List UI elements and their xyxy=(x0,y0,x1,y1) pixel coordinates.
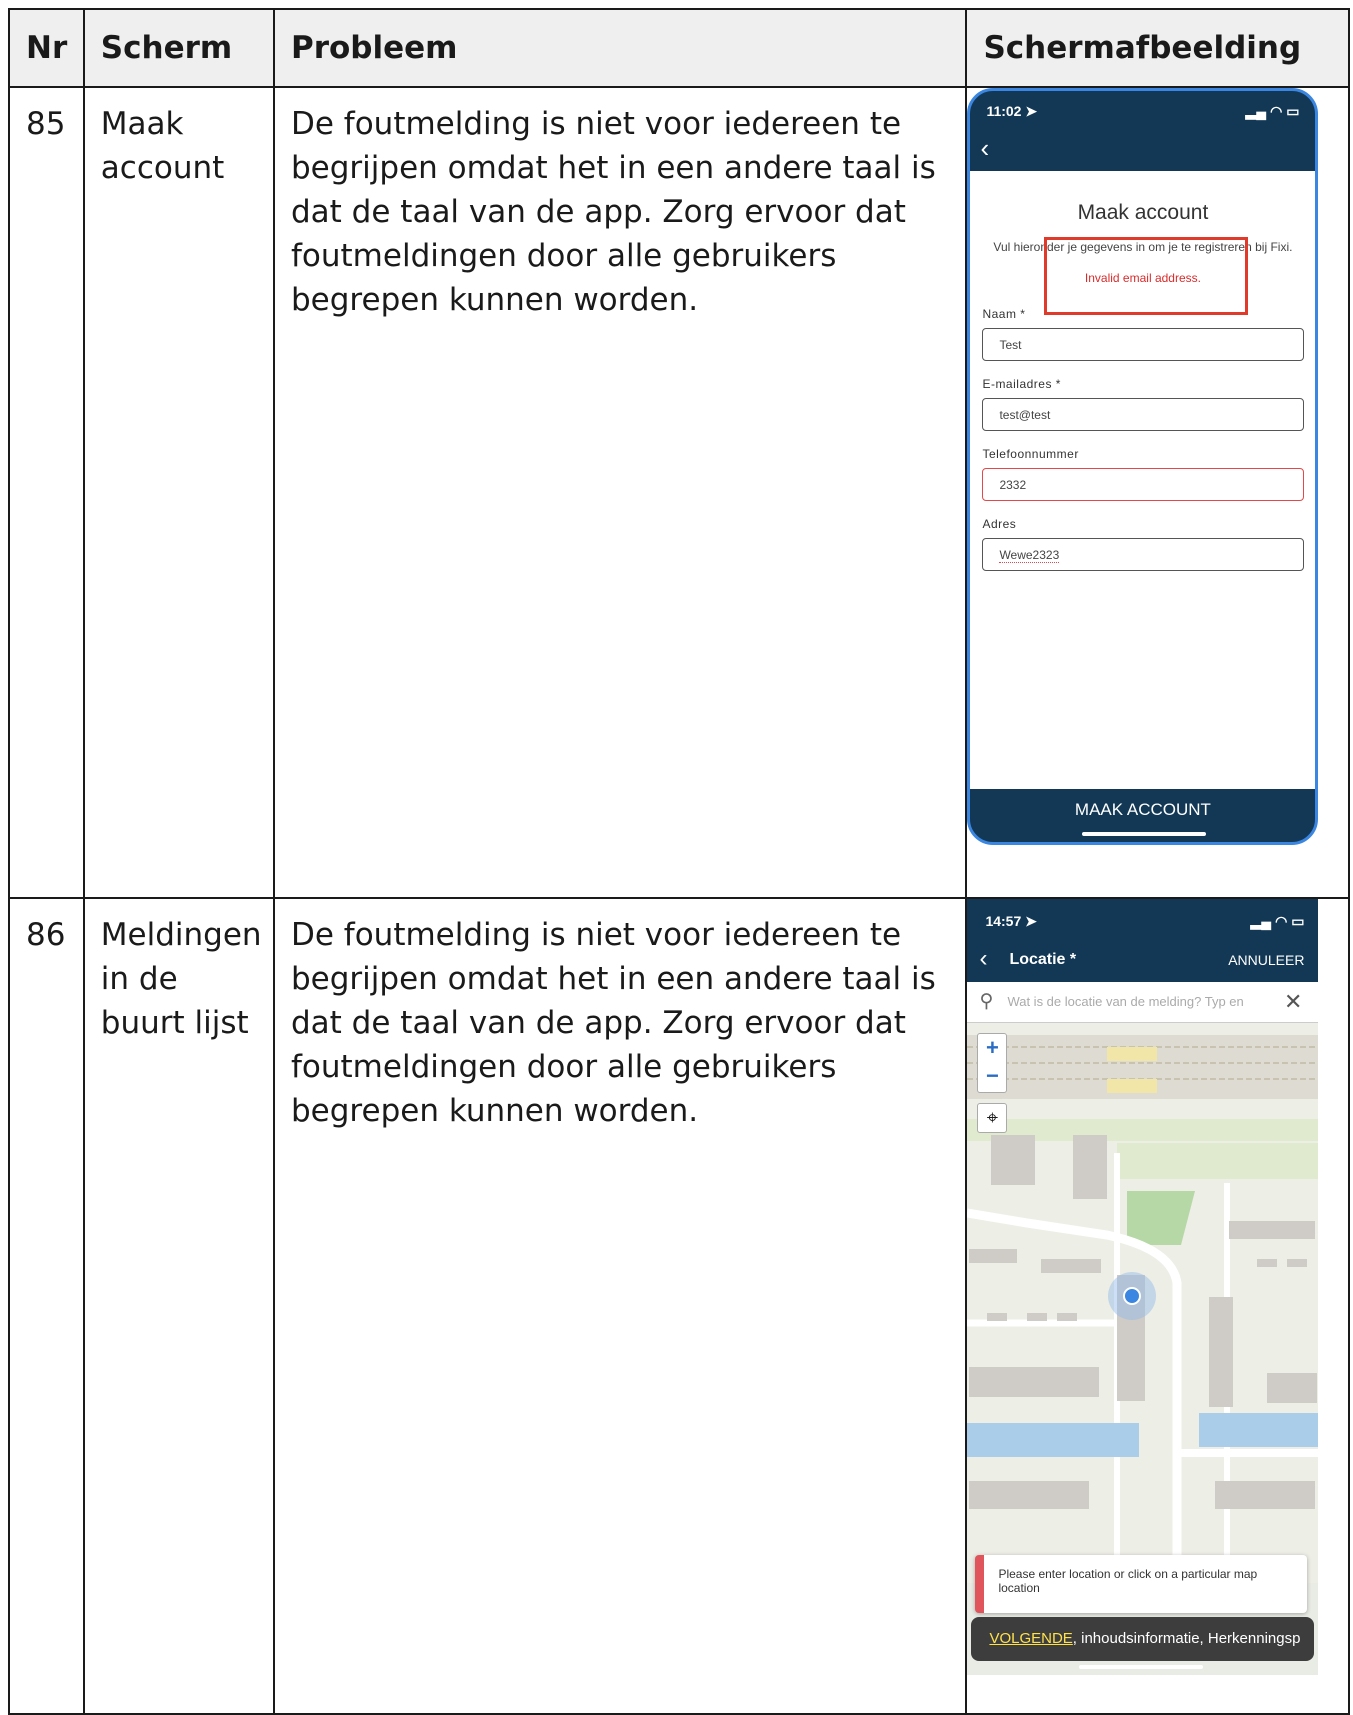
row-nr: 85 xyxy=(8,86,85,899)
error-highlight-box xyxy=(1044,237,1249,315)
phone-screenshot-locatie: 14:57 ➤ ▂▄ ◠ ▭ ‹ Locatie * ANNULEER ⚲ Wa… xyxy=(967,899,1319,1675)
voiceover-highlight: VOLGENDE xyxy=(989,1630,1073,1647)
header-nr: Nr xyxy=(8,8,85,88)
row-probleem: De foutmelding is niet voor iedereen te … xyxy=(272,86,968,899)
adres-value: Wewe2323 xyxy=(999,548,1060,563)
table-row: 86 Meldingen in de buurt lijst De foutme… xyxy=(8,897,1350,1715)
field-label-adres: Adres xyxy=(982,517,1017,531)
form-title: Maak account xyxy=(1077,201,1209,224)
location-search[interactable]: ⚲ Wat is de locatie van de melding? Typ … xyxy=(967,982,1319,1023)
row-nr: 86 xyxy=(8,897,85,1715)
voiceover-text: , inhoudsinformatie, Herkenningsp xyxy=(1072,1630,1301,1647)
row-scherm: Meldingen in de buurt lijst xyxy=(82,897,276,1715)
annuleer-button[interactable]: ANNULEER xyxy=(1228,952,1304,968)
header-row: Nr Scherm Probleem Schermafbeelding xyxy=(8,8,1350,88)
voiceover-caption: VOLGENDE, inhoudsinformatie, Herkennings… xyxy=(971,1617,1315,1661)
telefoon-input[interactable]: 2332 xyxy=(982,468,1305,501)
status-bar: 14:57 ➤ ▂▄ ◠ ▭ xyxy=(985,913,1304,930)
row-probleem: De foutmelding is niet voor iedereen te … xyxy=(272,897,968,1715)
field-label-telefoon: Telefoonnummer xyxy=(982,447,1079,461)
back-chevron-icon[interactable]: ‹ xyxy=(980,135,989,161)
row-screenshot: 11:02 ➤ ▂▄ ◠ ▭ ‹ Maak account Vul hieron… xyxy=(965,86,1350,899)
status-time: 11:02 ➤ xyxy=(986,103,1038,119)
nav-header: 14:57 ➤ ▂▄ ◠ ▭ ‹ Locatie * ANNULEER xyxy=(967,899,1319,982)
header-schermafbeelding: Schermafbeelding xyxy=(965,8,1350,88)
zoom-in-button[interactable]: + xyxy=(978,1034,1006,1062)
table-row: 85 Maak account De foutmelding is niet v… xyxy=(8,86,1350,899)
map-view[interactable]: + − ⌖ xyxy=(967,1023,1319,1583)
close-icon[interactable]: ✕ xyxy=(1284,989,1302,1015)
email-value: test@test xyxy=(999,408,1051,422)
error-toast: Please enter location or click on a part… xyxy=(975,1555,1308,1613)
problem-table: Nr Scherm Probleem Schermafbeelding 85 M… xyxy=(8,8,1350,1715)
field-label-email: E-mailadres * xyxy=(982,377,1061,391)
header-scherm: Scherm xyxy=(82,8,276,88)
naam-value: Test xyxy=(999,338,1022,352)
telefoon-value: 2332 xyxy=(999,478,1027,492)
status-time: 14:57 ➤ xyxy=(985,913,1037,929)
row-scherm: Maak account xyxy=(82,86,276,899)
email-input[interactable]: test@test xyxy=(982,398,1305,431)
signal-wifi-battery-icon: ▂▄ ◠ ▭ xyxy=(1245,103,1300,119)
status-bar: 11:02 ➤ ▂▄ ◠ ▭ xyxy=(986,103,1299,123)
field-label-naam: Naam * xyxy=(982,307,1026,321)
maak-account-button[interactable]: MAAK ACCOUNT xyxy=(970,800,1315,820)
zoom-out-button[interactable]: − xyxy=(978,1062,1006,1090)
footer-bar: MAAK ACCOUNT xyxy=(970,786,1315,842)
phone-screenshot-maak-account: 11:02 ➤ ▂▄ ◠ ▭ ‹ Maak account Vul hieron… xyxy=(967,88,1319,845)
zoom-control: + − xyxy=(977,1033,1008,1093)
home-indicator xyxy=(1082,832,1207,836)
map-graphic xyxy=(967,1023,1319,1583)
adres-input[interactable]: Wewe2323 xyxy=(982,538,1305,571)
signal-wifi-battery-icon: ▂▄ ◠ ▭ xyxy=(1250,913,1305,929)
form-body: Maak account Vul hieronder je gegevens i… xyxy=(970,171,1316,789)
home-indicator xyxy=(1079,1665,1204,1669)
naam-input[interactable]: Test xyxy=(982,328,1305,361)
back-chevron-icon[interactable]: ‹ xyxy=(979,947,987,971)
row-screenshot: 14:57 ➤ ▂▄ ◠ ▭ ‹ Locatie * ANNULEER ⚲ Wa… xyxy=(965,897,1350,1715)
search-icon: ⚲ xyxy=(979,991,994,1012)
locate-me-icon[interactable]: ⌖ xyxy=(977,1103,1008,1133)
header-probleem: Probleem xyxy=(272,8,968,88)
search-placeholder: Wat is de locatie van de melding? Typ en xyxy=(1007,994,1244,1009)
nav-title: Locatie * xyxy=(1009,951,1077,968)
